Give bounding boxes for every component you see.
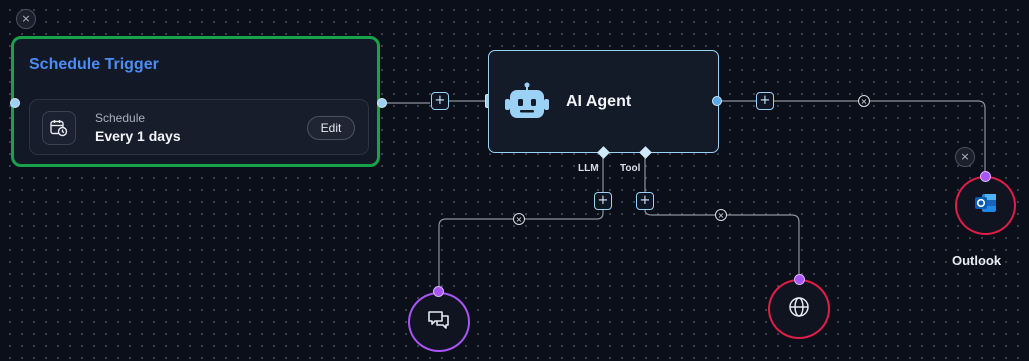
schedule-value: Every 1 days (95, 128, 181, 144)
web-tool-node[interactable] (768, 279, 830, 339)
remove-connection-outlook-button[interactable]: × (858, 95, 870, 107)
remove-connection-web-button[interactable]: × (715, 209, 727, 221)
chat-input-port[interactable] (433, 286, 444, 297)
calendar-clock-icon (42, 111, 76, 145)
trigger-input-port[interactable] (10, 98, 20, 108)
ai-agent-node[interactable]: AI Agent (488, 50, 719, 153)
remove-connection-chat-button[interactable]: × (513, 213, 525, 225)
trigger-output-port[interactable] (377, 98, 387, 108)
outlook-input-port[interactable] (980, 171, 991, 182)
llm-label: LLM (578, 163, 599, 174)
add-next-node-button[interactable]: + (756, 92, 774, 110)
chat-model-node[interactable] (408, 292, 470, 352)
agent-output-port[interactable] (712, 96, 722, 106)
outlook-node[interactable] (955, 176, 1016, 235)
schedule-summary: Schedule Every 1 days Edit (29, 99, 369, 155)
edit-schedule-button[interactable]: Edit (307, 116, 355, 140)
add-node-button[interactable]: + (431, 92, 449, 110)
outlook-label: Outlook (952, 253, 1002, 268)
globe-icon (787, 295, 811, 324)
workflow-canvas[interactable]: × Schedule Trigger Schedule Every 1 days… (0, 0, 1029, 361)
chat-bubbles-icon (427, 309, 451, 336)
add-llm-button[interactable]: + (594, 192, 612, 210)
schedule-trigger-node[interactable]: Schedule Trigger Schedule Every 1 days E… (11, 36, 380, 167)
agent-title: AI Agent (566, 93, 632, 110)
trigger-title: Schedule Trigger (29, 56, 159, 73)
web-input-port[interactable] (794, 274, 805, 285)
add-tool-button[interactable]: + (636, 192, 654, 210)
delete-trigger-button[interactable]: × (16, 9, 36, 29)
schedule-label: Schedule (95, 111, 146, 125)
robot-icon (503, 82, 551, 122)
delete-outlook-button[interactable]: × (955, 147, 975, 167)
tool-label: Tool (620, 163, 641, 174)
outlook-icon (974, 192, 998, 219)
